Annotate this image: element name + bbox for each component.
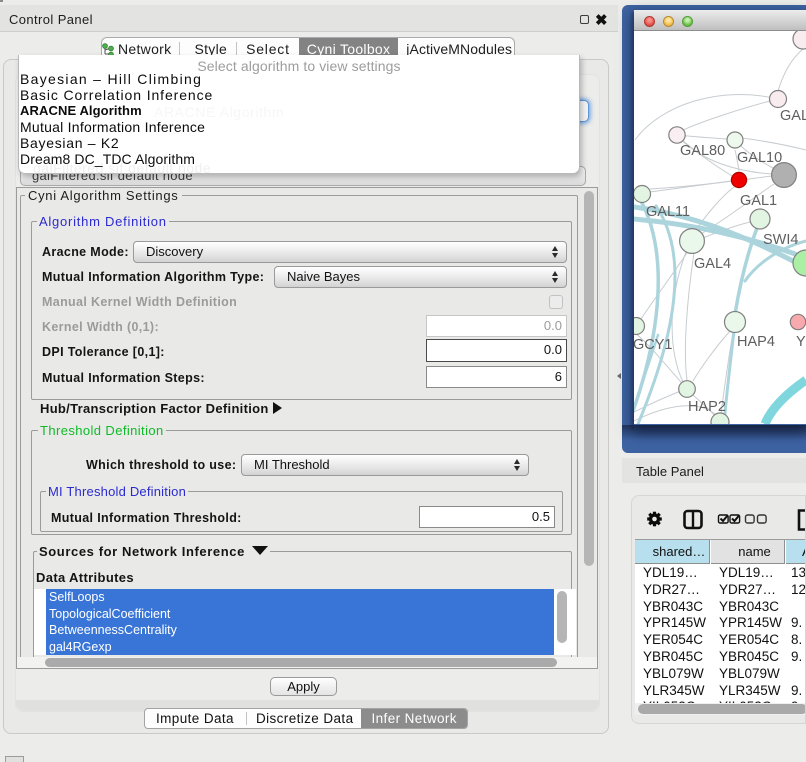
svg-text:GAL4: GAL4 [694,256,731,272]
svg-text:GAL10: GAL10 [737,150,782,166]
svg-text:GAL1: GAL1 [740,193,777,209]
svg-text:GAL80: GAL80 [680,143,725,159]
svg-text:GCY1: GCY1 [634,337,673,353]
svg-text:GAL11: GAL11 [646,204,690,220]
svg-text:SWI4: SWI4 [763,232,798,248]
svg-text:HAP4: HAP4 [737,334,775,350]
svg-text:HAP2: HAP2 [688,399,726,415]
svg-text:Y: Y [796,334,806,350]
svg-text:GAL: GAL [780,108,806,124]
